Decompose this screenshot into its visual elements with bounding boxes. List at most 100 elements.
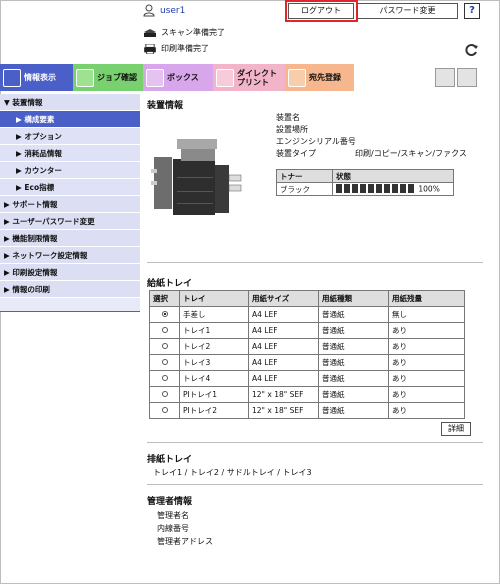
tray-name: 手差し [179,306,249,323]
tray-radio[interactable] [161,375,168,381]
tray-select-cell [149,354,180,371]
field-device-type: 装置タイプ [276,149,316,158]
col-type: 用紙種類 [318,290,389,307]
tray-name: PIトレイ1 [179,386,249,403]
tray-radio[interactable] [161,407,168,413]
admin-field-list: 管理者名 内線番号 管理者アドレス [157,509,213,548]
tab-job[interactable]: ジョブ確認 [73,64,143,91]
tray-type: 普通紙 [318,306,389,323]
sidebar-item-print-info[interactable]: ▶ 情報の印刷 [0,281,140,298]
sidebar-item-function-limit[interactable]: ▶ 機能制限情報 [0,230,140,247]
tray-remaining: あり [388,370,465,387]
tray-name: トレイ4 [179,370,249,387]
tray-size: A4 LEF [248,354,319,371]
tray-row[interactable]: PIトレイ2 12" x 18" SEF 普通紙 あり [149,402,465,419]
tray-radio[interactable] [161,327,168,333]
tray-size: A4 LEF [248,370,319,387]
tray-row[interactable]: トレイ3 A4 LEF 普通紙 あり [149,354,465,371]
tray-row[interactable]: 手差し A4 LEF 普通紙 無し [149,306,465,323]
toner-segment [376,183,382,193]
password-change-button[interactable]: パスワード変更 [357,3,458,19]
tray-radio[interactable] [161,391,168,397]
card-icon[interactable] [457,68,477,87]
toner-name: ブラック [276,182,333,196]
tray-name: トレイ3 [179,354,249,371]
tray-select-cell [149,370,180,387]
toner-table: トナー 状態 ブラック 100% [276,169,454,196]
sidebar-item-device-info[interactable]: ▼ 装置情報 [0,94,140,111]
tray-size: A4 LEF [248,338,319,355]
tray-row[interactable]: トレイ2 A4 LEF 普通紙 あり [149,338,465,355]
refresh-icon[interactable] [465,43,479,57]
tray-type: 普通紙 [318,338,389,355]
sidebar-item-consumables[interactable]: ▶ 消耗品情報 [0,145,140,162]
sidebar-item-print-settings[interactable]: ▶ 印刷設定情報 [0,264,140,281]
toner-segment [352,183,358,193]
copy-icon[interactable] [435,68,455,87]
tray-row[interactable]: トレイ1 A4 LEF 普通紙 あり [149,322,465,339]
sidebar-item-support[interactable]: ▶ サポート情報 [0,196,140,213]
tray-size: 12" x 18" SEF [248,386,319,403]
tray-size: 12" x 18" SEF [248,402,319,419]
toner-header: トナー [276,169,333,183]
toner-percent: 100% [418,184,440,193]
section-divider [147,442,483,443]
tray-remaining: 無し [388,306,465,323]
sidebar-item-options[interactable]: ▶ オプション [0,128,140,145]
field-device-name: 装置名 [276,113,300,122]
device-type-value: 印刷/コピー/スキャン/ファクス [355,149,467,158]
tray-row[interactable]: PIトレイ1 12" x 18" SEF 普通紙 あり [149,386,465,403]
toner-segment [368,183,374,193]
sidebar-item-components[interactable]: ▶ 構成要素 [0,111,140,128]
toner-segment [384,183,390,193]
detail-button[interactable]: 詳細 [441,422,471,436]
tray-type: 普通紙 [318,386,389,403]
info-icon [3,68,21,87]
box-icon [146,68,164,87]
highlight-box [285,0,358,22]
scanner-icon [144,28,156,37]
help-button[interactable]: ? [464,3,480,19]
paper-tray-table: 選択 トレイ 用紙サイズ 用紙種類 用紙残量 手差し A4 LEF 普通紙 無し トレイ… [149,290,465,419]
tray-select-cell [149,386,180,403]
toner-status: 100% [332,182,454,196]
print-status-text: 印刷準備完了 [161,44,209,53]
tray-type: 普通紙 [318,370,389,387]
tray-select-cell [149,306,180,323]
exit-tray-value: トレイ1 / トレイ2 / サドルトレイ / トレイ3 [153,468,312,477]
paper-tray-title: 給紙トレイ [147,279,193,289]
tray-radio[interactable] [161,359,168,365]
sidebar-item-network[interactable]: ▶ ネットワーク設定情報 [0,247,140,264]
printer-icon [144,43,156,54]
field-location: 設置場所 [276,125,308,134]
print-status: 印刷準備完了 [143,43,209,54]
tray-select-cell [149,338,180,355]
section-divider [147,484,483,485]
tab-box[interactable]: ボックス [143,64,213,91]
field-serial: エンジンシリアル番号 [276,137,356,146]
sidebar-item-user-password[interactable]: ▶ ユーザーパスワード変更 [0,213,140,230]
toner-level-meter [336,183,416,195]
section-divider [147,262,483,263]
tray-radio[interactable] [161,311,168,317]
sidebar-item-counter[interactable]: ▶ カウンター [0,162,140,179]
toner-segment [408,183,414,193]
col-tray: トレイ [179,290,249,307]
exit-tray-title: 排紙トレイ [147,455,193,465]
col-remaining: 用紙残量 [388,290,465,307]
tab-direct-print[interactable]: ダイレクトプリント [213,64,285,91]
sidebar-item-eco[interactable]: ▶ Eco指標 [0,179,140,196]
scan-status: スキャン準備完了 [143,27,225,38]
tray-radio[interactable] [161,343,168,349]
tray-name: トレイ2 [179,338,249,355]
user-icon [143,4,155,17]
device-info-title: 装置情報 [147,101,184,111]
tray-type: 普通紙 [318,322,389,339]
tab-destination[interactable]: 宛先登録 [285,64,354,91]
user-name: user1 [160,6,186,16]
address-icon [288,68,306,87]
toner-segment [400,183,406,193]
tray-row[interactable]: トレイ4 A4 LEF 普通紙 あり [149,370,465,387]
toner-segment [344,183,350,193]
tab-info[interactable]: 情報表示 [0,64,73,91]
